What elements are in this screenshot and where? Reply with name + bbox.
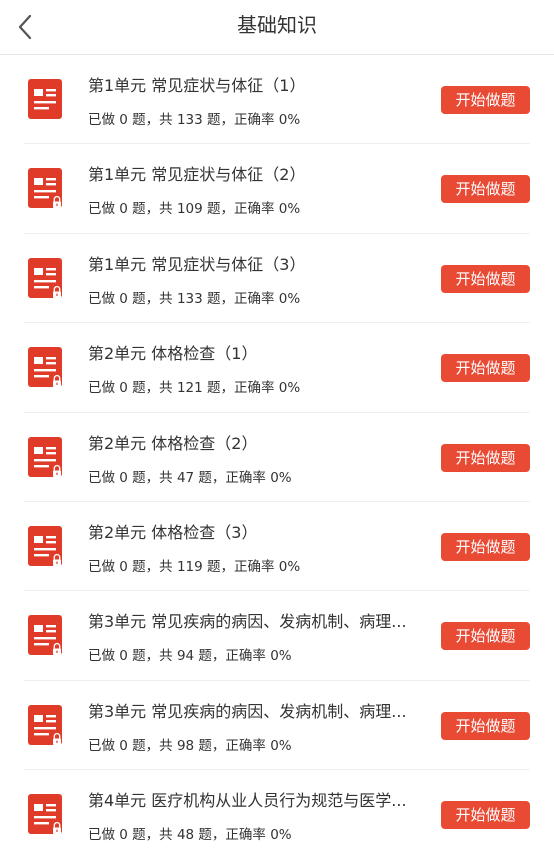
unit-title: 第4单元 医疗机构从业人员行为规范与医学...: [88, 791, 407, 811]
progress-stats: 已做 0 题，共 121 题，正确率 0%: [88, 380, 301, 397]
list-item: 第3单元 常见疾病的病因、发病机制、病理... 已做 0 题，共 98 题，正确…: [0, 681, 554, 771]
start-exercise-button[interactable]: 开始做题: [441, 801, 530, 830]
unit-title: 第2单元 体格检查（1）: [88, 344, 258, 364]
list-item: 第3单元 常见疾病的病因、发病机制、病理... 已做 0 题，共 94 题，正确…: [0, 591, 554, 682]
progress-stats: 已做 0 题，共 133 题，正确率 0%: [88, 112, 301, 128]
start-exercise-button[interactable]: 开始做题: [441, 175, 530, 204]
start-exercise-button[interactable]: 开始做题: [441, 711, 530, 740]
list-item: 第2单元 体格检查（3） 已做 0 题，共 119 题，正确率 0% 开始做题: [0, 502, 554, 592]
header-bar: 基础知识: [0, 0, 554, 55]
exercise-list: 第1单元 常见症状与体征（1） 已做 0 题，共 133 题，正确率 0% 开始…: [0, 55, 554, 858]
progress-stats: 已做 0 题，共 119 题，正确率 0%: [88, 558, 301, 575]
page-title: 基础知识: [237, 13, 317, 37]
unit-title: 第1单元 常见症状与体征（2）: [88, 165, 306, 185]
unit-title: 第3单元 常见疾病的病因、发病机制、病理...: [88, 612, 407, 632]
document-lock-icon: [28, 704, 64, 749]
start-exercise-button[interactable]: 开始做题: [441, 86, 530, 114]
document-lock-icon: [28, 257, 64, 302]
progress-stats: 已做 0 题，共 133 题，正确率 0%: [88, 290, 301, 307]
progress-stats: 已做 0 题，共 94 题，正确率 0%: [88, 648, 292, 665]
start-exercise-button[interactable]: 开始做题: [441, 354, 530, 383]
unit-title: 第2单元 体格检查（3）: [88, 522, 258, 542]
document-lock-icon: [28, 615, 64, 659]
document-lock-icon: [28, 436, 64, 481]
progress-stats: 已做 0 题，共 47 题，正确率 0%: [88, 469, 292, 486]
unit-title: 第1单元 常见症状与体征（3）: [88, 254, 306, 274]
unit-title: 第1单元 常见症状与体征（1）: [88, 76, 306, 95]
start-exercise-button[interactable]: 开始做题: [441, 532, 530, 561]
start-exercise-button[interactable]: 开始做题: [441, 443, 530, 472]
document-lock-icon: [28, 168, 64, 212]
progress-stats: 已做 0 题，共 109 题，正确率 0%: [88, 201, 301, 218]
document-lock-icon: [28, 525, 64, 570]
progress-stats: 已做 0 题，共 48 题，正确率 0%: [88, 827, 292, 844]
list-item: 第1单元 常见症状与体征（3） 已做 0 题，共 133 题，正确率 0% 开始…: [0, 234, 554, 324]
unit-title: 第3单元 常见疾病的病因、发病机制、病理...: [88, 701, 407, 721]
start-exercise-button[interactable]: 开始做题: [441, 622, 530, 651]
list-item: 第1单元 常见症状与体征（2） 已做 0 题，共 109 题，正确率 0% 开始…: [0, 144, 554, 235]
progress-stats: 已做 0 题，共 98 题，正确率 0%: [88, 737, 292, 754]
list-item: 第2单元 体格检查（2） 已做 0 题，共 47 题，正确率 0% 开始做题: [0, 413, 554, 503]
document-lock-icon: [28, 794, 64, 838]
list-item: 第4单元 医疗机构从业人员行为规范与医学... 已做 0 题，共 48 题，正确…: [0, 770, 554, 858]
document-icon: [28, 79, 64, 123]
document-lock-icon: [28, 347, 64, 391]
list-item: 第1单元 常见症状与体征（1） 已做 0 题，共 133 题，正确率 0% 开始…: [0, 55, 554, 145]
unit-title: 第2单元 体格检查（2）: [88, 433, 258, 453]
list-item: 第2单元 体格检查（1） 已做 0 题，共 121 题，正确率 0% 开始做题: [0, 323, 554, 413]
start-exercise-button[interactable]: 开始做题: [441, 264, 530, 293]
